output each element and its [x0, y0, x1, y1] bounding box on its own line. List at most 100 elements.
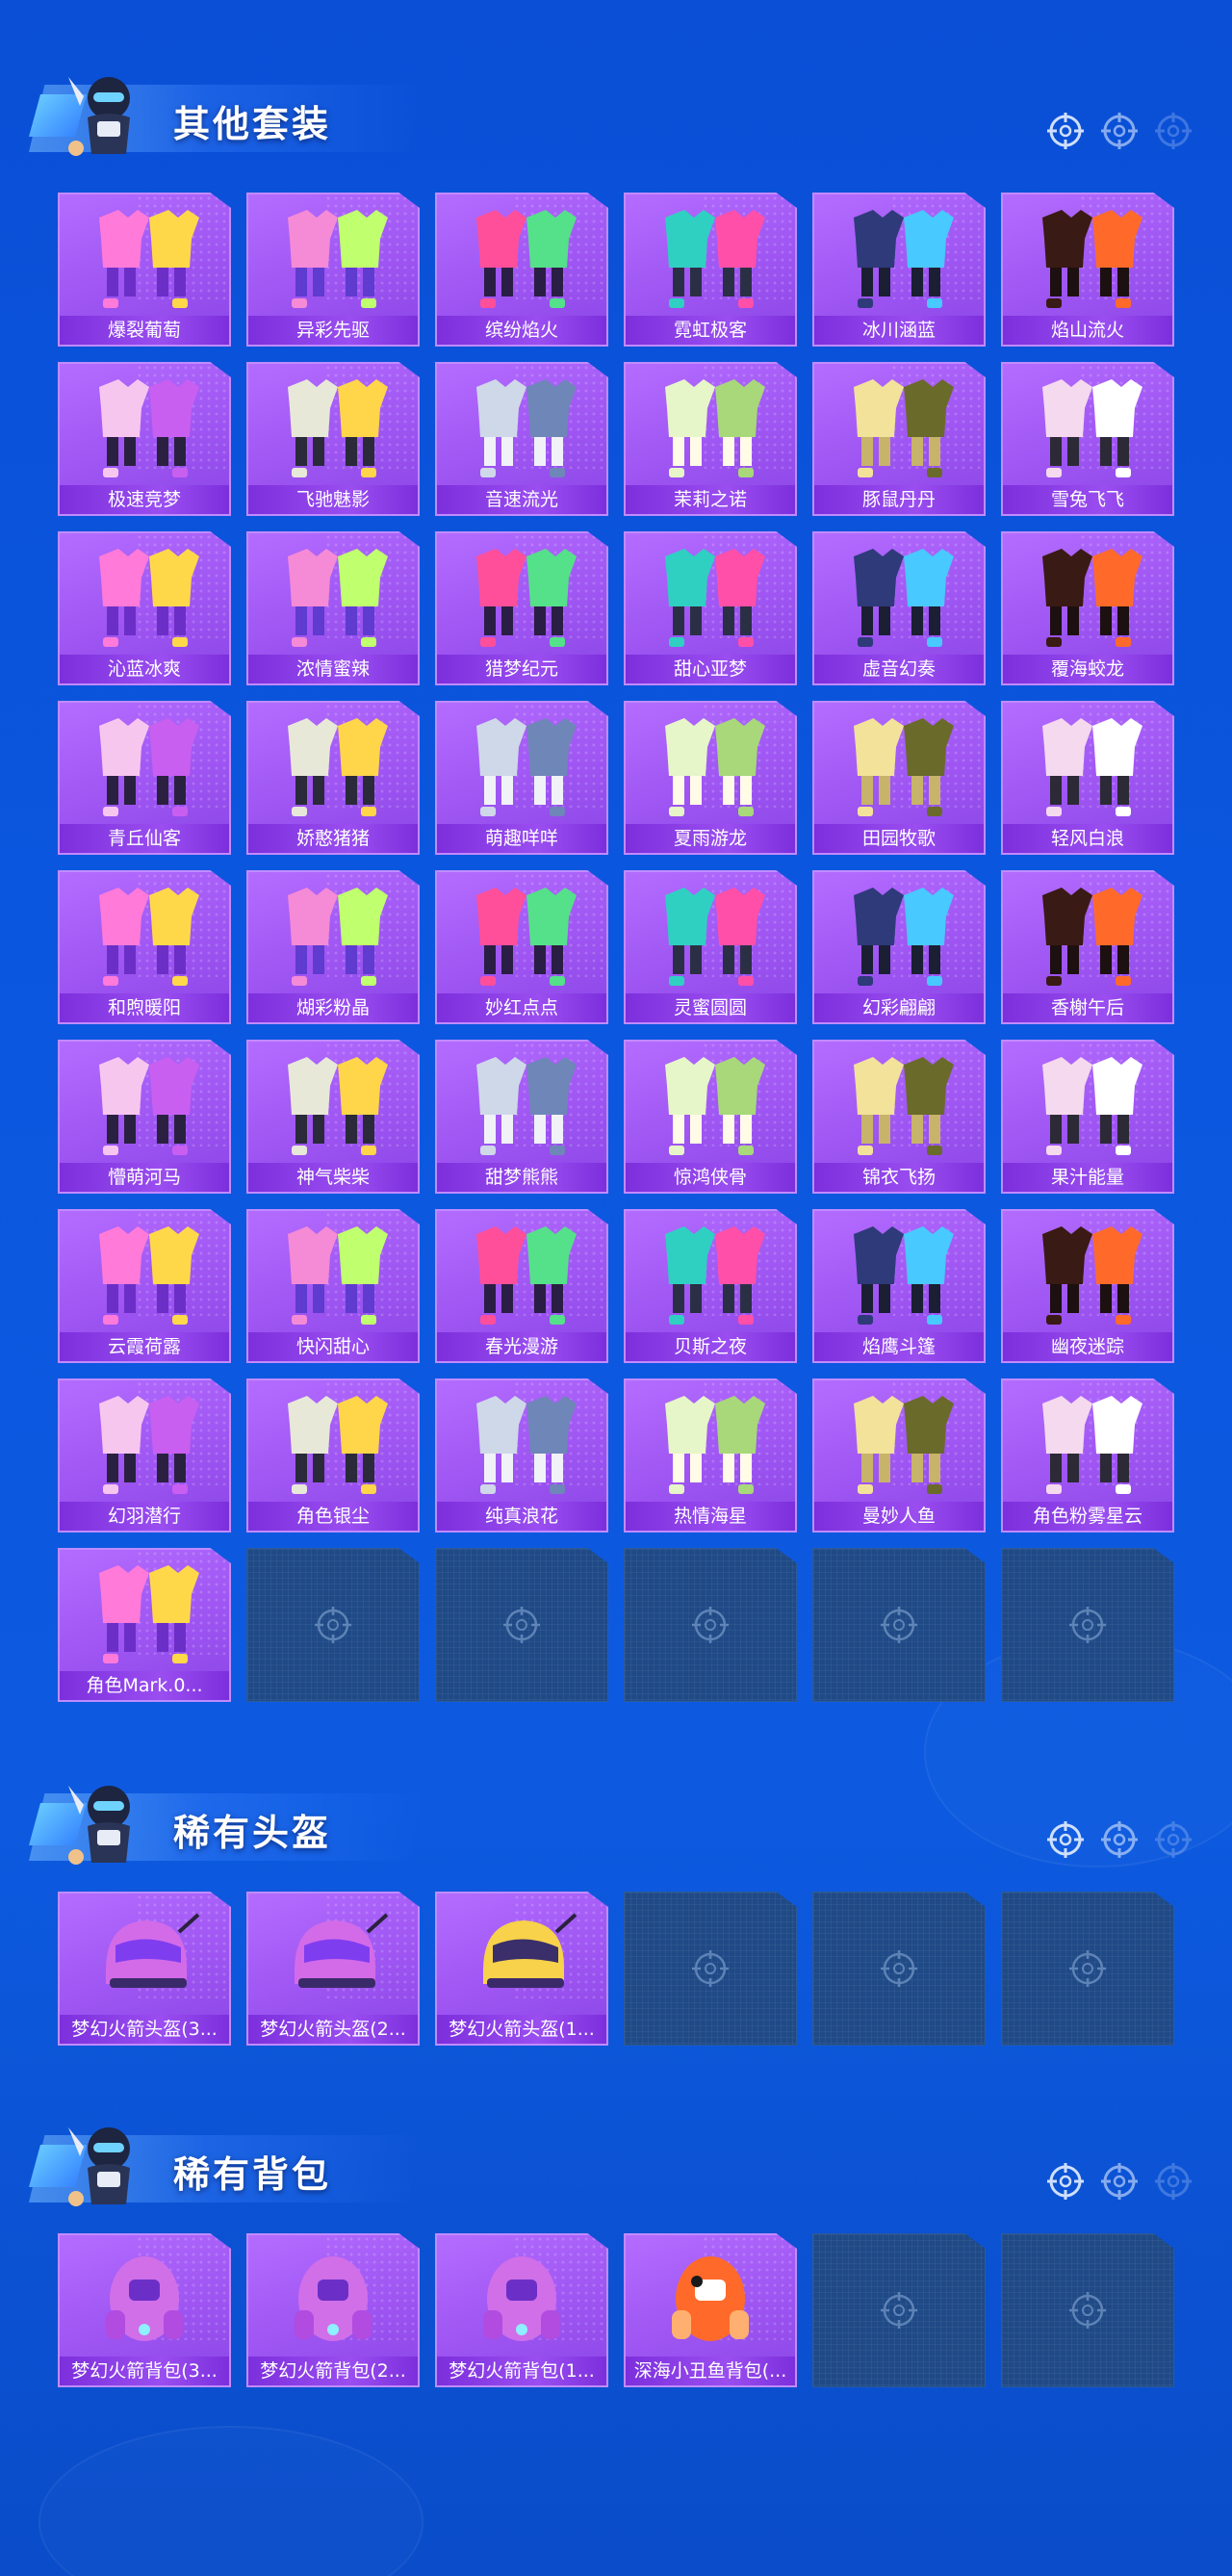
- outfit-item-card[interactable]: 夏雨游龙: [624, 701, 797, 855]
- item-label: 妙红点点: [437, 993, 606, 1022]
- outfit-art-icon: [665, 379, 765, 477]
- item-art: [1003, 1045, 1172, 1163]
- outfit-item-card[interactable]: 冰川涵蓝: [812, 193, 986, 347]
- outfit-item-card[interactable]: 田园牧歌: [812, 701, 986, 855]
- item-label: 娇憨猪猪: [248, 824, 418, 853]
- outfit-item-card[interactable]: 缤纷焰火: [435, 193, 608, 347]
- outfit-item-card[interactable]: 贝斯之夜: [624, 1209, 797, 1363]
- item-label: 煳彩粉晶: [248, 993, 418, 1022]
- backpacks-grid: 梦幻火箭背包(3... 梦幻火箭背包(2... 梦幻火箭背包(1... 深海小丑…: [58, 2233, 1174, 2387]
- outfit-item-card[interactable]: 音速流光: [435, 362, 608, 516]
- outfit-item-card[interactable]: 异彩先驱: [246, 193, 420, 347]
- backpack-art-icon: [672, 2255, 749, 2341]
- section-title: 其他套装: [173, 103, 332, 145]
- item-art: [814, 707, 984, 824]
- outfit-item-card[interactable]: 煳彩粉晶: [246, 870, 420, 1024]
- backpack-item-card[interactable]: 梦幻火箭背包(2...: [246, 2233, 420, 2387]
- character-mascot-icon: [68, 2127, 130, 2206]
- outfit-item-card[interactable]: 和煦暖阳: [58, 870, 231, 1024]
- outfit-item-card[interactable]: 角色粉雾星云: [1001, 1378, 1174, 1533]
- item-label: 春光漫游: [437, 1332, 606, 1361]
- outfit-item-card[interactable]: 角色Mark.0...: [58, 1548, 231, 1702]
- outfit-item-card[interactable]: 纯真浪花: [435, 1378, 608, 1533]
- item-label: 覆海蛟龙: [1003, 655, 1172, 683]
- item-label: 焰山流火: [1003, 316, 1172, 345]
- item-label: 焰鹰斗篷: [814, 1332, 984, 1361]
- target-icon: [1101, 1821, 1138, 1858]
- item-label: 青丘仙客: [60, 824, 229, 853]
- outfit-item-card[interactable]: 沁蓝冰爽: [58, 531, 231, 685]
- outfit-item-card[interactable]: 惊鸿侠骨: [624, 1040, 797, 1194]
- outfit-item-card[interactable]: 快闪甜心: [246, 1209, 420, 1363]
- backpack-item-card[interactable]: 梦幻火箭背包(1...: [435, 2233, 608, 2387]
- outfit-item-card[interactable]: 灵蜜圆圆: [624, 870, 797, 1024]
- outfit-item-card[interactable]: 虚音幻奏: [812, 531, 986, 685]
- outfit-item-card[interactable]: 妙红点点: [435, 870, 608, 1024]
- outfit-art-icon: [665, 718, 765, 816]
- outfit-item-card[interactable]: 幻羽潜行: [58, 1378, 231, 1533]
- outfit-item-card[interactable]: 热情海星: [624, 1378, 797, 1533]
- outfit-item-card[interactable]: 香榭午后: [1001, 870, 1174, 1024]
- outfit-item-card[interactable]: 爆裂葡萄: [58, 193, 231, 347]
- outfit-item-card[interactable]: 懵萌河马: [58, 1040, 231, 1194]
- helmet-item-card[interactable]: 梦幻火箭头盔(2...: [246, 1892, 420, 2046]
- outfit-item-card[interactable]: 猎梦纪元: [435, 531, 608, 685]
- outfit-item-card[interactable]: 焰鹰斗篷: [812, 1209, 986, 1363]
- item-label: 茉莉之诺: [626, 485, 795, 514]
- outfit-item-card[interactable]: 幻彩翩翩: [812, 870, 986, 1024]
- outfit-item-card[interactable]: 浓情蜜辣: [246, 531, 420, 685]
- outfit-art-icon: [665, 210, 765, 308]
- item-label: 梦幻火箭头盔(1...: [437, 2015, 606, 2044]
- item-art: [437, 1215, 606, 1332]
- character-mascot-icon: [68, 1786, 130, 1865]
- outfit-item-card[interactable]: 角色银尘: [246, 1378, 420, 1533]
- outfit-item-card[interactable]: 轻风白浪: [1001, 701, 1174, 855]
- backpack-item-card[interactable]: 梦幻火箭背包(3...: [58, 2233, 231, 2387]
- helmets-grid: 梦幻火箭头盔(3... 梦幻火箭头盔(2... 梦幻火箭头盔(1...: [58, 1892, 1174, 2046]
- outfit-item-card[interactable]: 青丘仙客: [58, 701, 231, 855]
- outfit-item-card[interactable]: 幽夜迷踪: [1001, 1209, 1174, 1363]
- outfit-item-card[interactable]: 锦衣飞扬: [812, 1040, 986, 1194]
- outfit-item-card[interactable]: 焰山流火: [1001, 193, 1174, 347]
- helmet-item-card[interactable]: 梦幻火箭头盔(3...: [58, 1892, 231, 2046]
- outfit-item-card[interactable]: 神气柴柴: [246, 1040, 420, 1194]
- item-art: [60, 368, 229, 485]
- empty-slot-target-icon: [1069, 2292, 1106, 2329]
- helmet-item-card[interactable]: 梦幻火箭头盔(1...: [435, 1892, 608, 2046]
- empty-slot: [624, 1548, 797, 1702]
- item-label: 梦幻火箭头盔(2...: [248, 2015, 418, 2044]
- item-label: 幻羽潜行: [60, 1502, 229, 1531]
- outfit-item-card[interactable]: 春光漫游: [435, 1209, 608, 1363]
- outfit-art-icon: [288, 1057, 388, 1155]
- item-label: 惊鸿侠骨: [626, 1163, 795, 1192]
- outfit-item-card[interactable]: 果汁能量: [1001, 1040, 1174, 1194]
- outfit-item-card[interactable]: 飞驰魅影: [246, 362, 420, 516]
- backpack-item-card[interactable]: 深海小丑鱼背包(...: [624, 2233, 797, 2387]
- section-header: 稀有背包: [0, 2089, 1232, 2206]
- outfit-item-card[interactable]: 甜心亚梦: [624, 531, 797, 685]
- item-art: [60, 1554, 229, 1671]
- item-label: 甜梦熊熊: [437, 1163, 606, 1192]
- section-header: 其他套装: [0, 39, 1232, 156]
- outfit-item-card[interactable]: 曼妙人鱼: [812, 1378, 986, 1533]
- item-art: [60, 707, 229, 824]
- outfit-item-card[interactable]: 茉莉之诺: [624, 362, 797, 516]
- item-label: 梦幻火箭头盔(3...: [60, 2015, 229, 2044]
- outfit-item-card[interactable]: 雪兔飞飞: [1001, 362, 1174, 516]
- outfit-item-card[interactable]: 云霞荷露: [58, 1209, 231, 1363]
- outfit-item-card[interactable]: 甜梦熊熊: [435, 1040, 608, 1194]
- outfit-art-icon: [476, 210, 577, 308]
- outfit-item-card[interactable]: 萌趣咩咩: [435, 701, 608, 855]
- item-art: [1003, 1215, 1172, 1332]
- item-label: 香榭午后: [1003, 993, 1172, 1022]
- outfit-item-card[interactable]: 霓虹极客: [624, 193, 797, 347]
- item-art: [814, 1215, 984, 1332]
- outfit-item-card[interactable]: 覆海蛟龙: [1001, 531, 1174, 685]
- item-label: 虚音幻奏: [814, 655, 984, 683]
- empty-slot: [812, 2233, 986, 2387]
- outfit-item-card[interactable]: 娇憨猪猪: [246, 701, 420, 855]
- item-label: 异彩先驱: [248, 316, 418, 345]
- empty-slot-target-icon: [503, 1607, 540, 1643]
- outfit-item-card[interactable]: 豚鼠丹丹: [812, 362, 986, 516]
- outfit-item-card[interactable]: 极速竞梦: [58, 362, 231, 516]
